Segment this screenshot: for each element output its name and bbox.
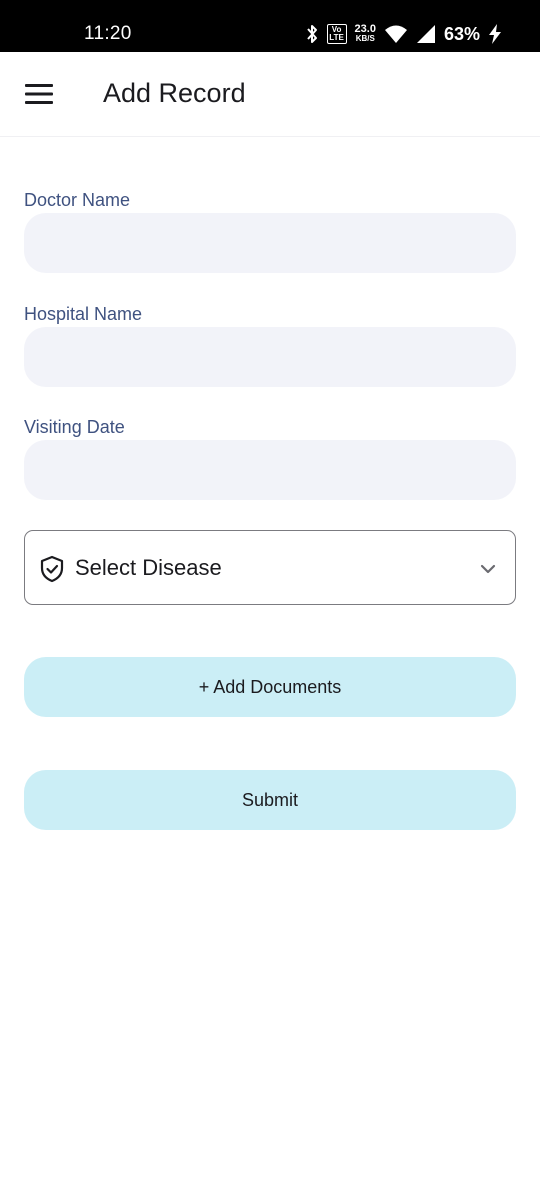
chevron-down-icon — [480, 564, 496, 574]
status-icons: Vo LTE 23.0 KB/S 63% — [305, 21, 502, 47]
status-time: 11:20 — [84, 23, 132, 44]
network-speed: 23.0 KB/S — [354, 23, 376, 44]
doctor-name-label: Doctor Name — [24, 190, 131, 210]
network-speed-unit: KB/S — [355, 34, 375, 43]
charging-icon — [488, 24, 502, 44]
hospital-name-label: Hospital Name — [24, 304, 143, 324]
wifi-icon — [384, 24, 408, 44]
hospital-name-field[interactable] — [24, 327, 516, 387]
volte-icon: Vo LTE — [326, 24, 347, 44]
volte-bottom: LTE — [329, 33, 344, 42]
hamburger-menu-icon — [25, 84, 53, 104]
menu-button[interactable] — [22, 77, 56, 111]
disease-select-value: Select Disease — [75, 555, 222, 580]
bluetooth-icon — [305, 23, 319, 45]
battery-level: 63% — [443, 23, 480, 44]
status-bar: 11:20 Vo LTE 23.0 KB/S 63% — [0, 0, 540, 52]
app-bar: Add Record — [0, 52, 540, 137]
doctor-name-field[interactable] — [24, 213, 516, 273]
add-documents-button[interactable]: + Add Documents — [24, 657, 516, 717]
visiting-date-label: Visiting Date — [24, 417, 125, 437]
signal-icon — [416, 24, 436, 44]
network-speed-value: 23.0 — [354, 23, 376, 35]
disease-select[interactable]: Select Disease — [24, 530, 516, 605]
submit-button[interactable]: Submit — [24, 770, 516, 830]
shield-check-icon — [40, 555, 64, 583]
page-title: Add Record — [103, 78, 246, 108]
visiting-date-field[interactable] — [24, 440, 516, 500]
